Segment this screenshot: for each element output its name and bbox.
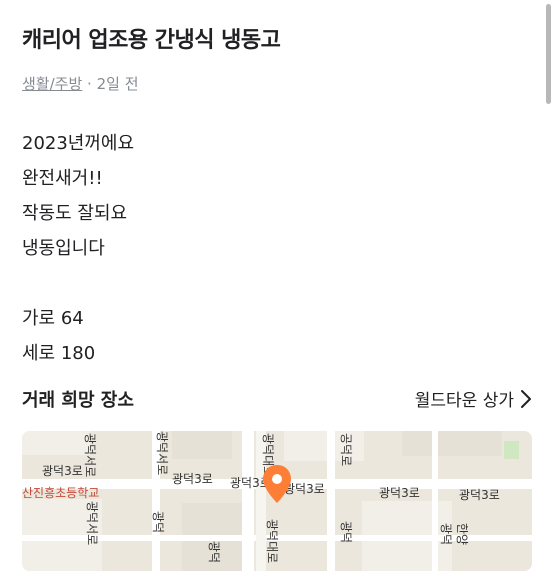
- description-line: 세로 180: [22, 343, 96, 364]
- map-road-label: 광덕대로: [265, 519, 279, 563]
- map-road: [432, 431, 438, 571]
- map-block: [402, 431, 502, 456]
- map-road-label: 광덕3로: [172, 472, 213, 486]
- description-line: 완전새거!!: [22, 168, 103, 189]
- category-link[interactable]: 생활/주방: [22, 75, 82, 93]
- post-description: 2023년꺼에요 완전새거!! 작동도 잘되요 냉동입니다 가로 64 세로 1…: [22, 126, 134, 371]
- post-meta: 생활/주방 · 2일 전: [22, 73, 139, 94]
- description-line: 냉동입니다: [22, 238, 105, 259]
- map-road-label: 광덕서로: [83, 433, 97, 477]
- map-road-label: 광덕서로: [155, 431, 169, 475]
- map-road-label: 광덕: [207, 541, 221, 563]
- scrollbar[interactable]: [546, 4, 551, 104]
- description-line: [22, 266, 134, 301]
- map-road-label: 광덕서로: [85, 501, 99, 545]
- meta-separator: ·: [87, 75, 97, 93]
- map-road-label: 광덕3로: [379, 486, 420, 500]
- description-line: 가로 64: [22, 308, 84, 329]
- map-road: [327, 431, 335, 571]
- map-block: [22, 431, 90, 455]
- map-road-label: 광덕3로: [284, 482, 325, 496]
- map-poi-school: 산진흥초등학교: [22, 486, 99, 500]
- description-line: 작동도 잘되요: [22, 203, 128, 224]
- map-park: [504, 441, 519, 459]
- map-road: [242, 431, 254, 571]
- post-title: 캐리어 업조용 간냉식 냉동고: [22, 28, 281, 53]
- map-road-label: 광덕3로: [42, 464, 83, 478]
- map-road-label: 광덕: [339, 521, 353, 543]
- map-block: [172, 431, 232, 459]
- map-road-label: 광덕3로: [459, 488, 500, 502]
- meeting-place-label: 거래 희망 장소: [22, 390, 134, 411]
- location-map[interactable]: 광덕3로 광덕3로 광덕3로 광덕3로 광덕3로 광덕3로 산진흥초등학교 광덕…: [22, 431, 532, 571]
- map-road-label: 광덕: [151, 511, 165, 533]
- description-line: 2023년꺼에요: [22, 133, 135, 154]
- meeting-place-value: 월드타운 상가: [414, 391, 514, 411]
- map-road-label: 광덕: [439, 523, 453, 545]
- meeting-place-link[interactable]: 월드타운 상가: [415, 386, 532, 411]
- post-time: 2일 전: [96, 75, 139, 93]
- meeting-place-row[interactable]: 거래 희망 장소 월드타운 상가: [22, 384, 532, 416]
- map-road-label: 공덕로: [339, 433, 353, 466]
- map-road-label: 한양: [455, 523, 469, 545]
- chevron-right-icon: [521, 389, 531, 408]
